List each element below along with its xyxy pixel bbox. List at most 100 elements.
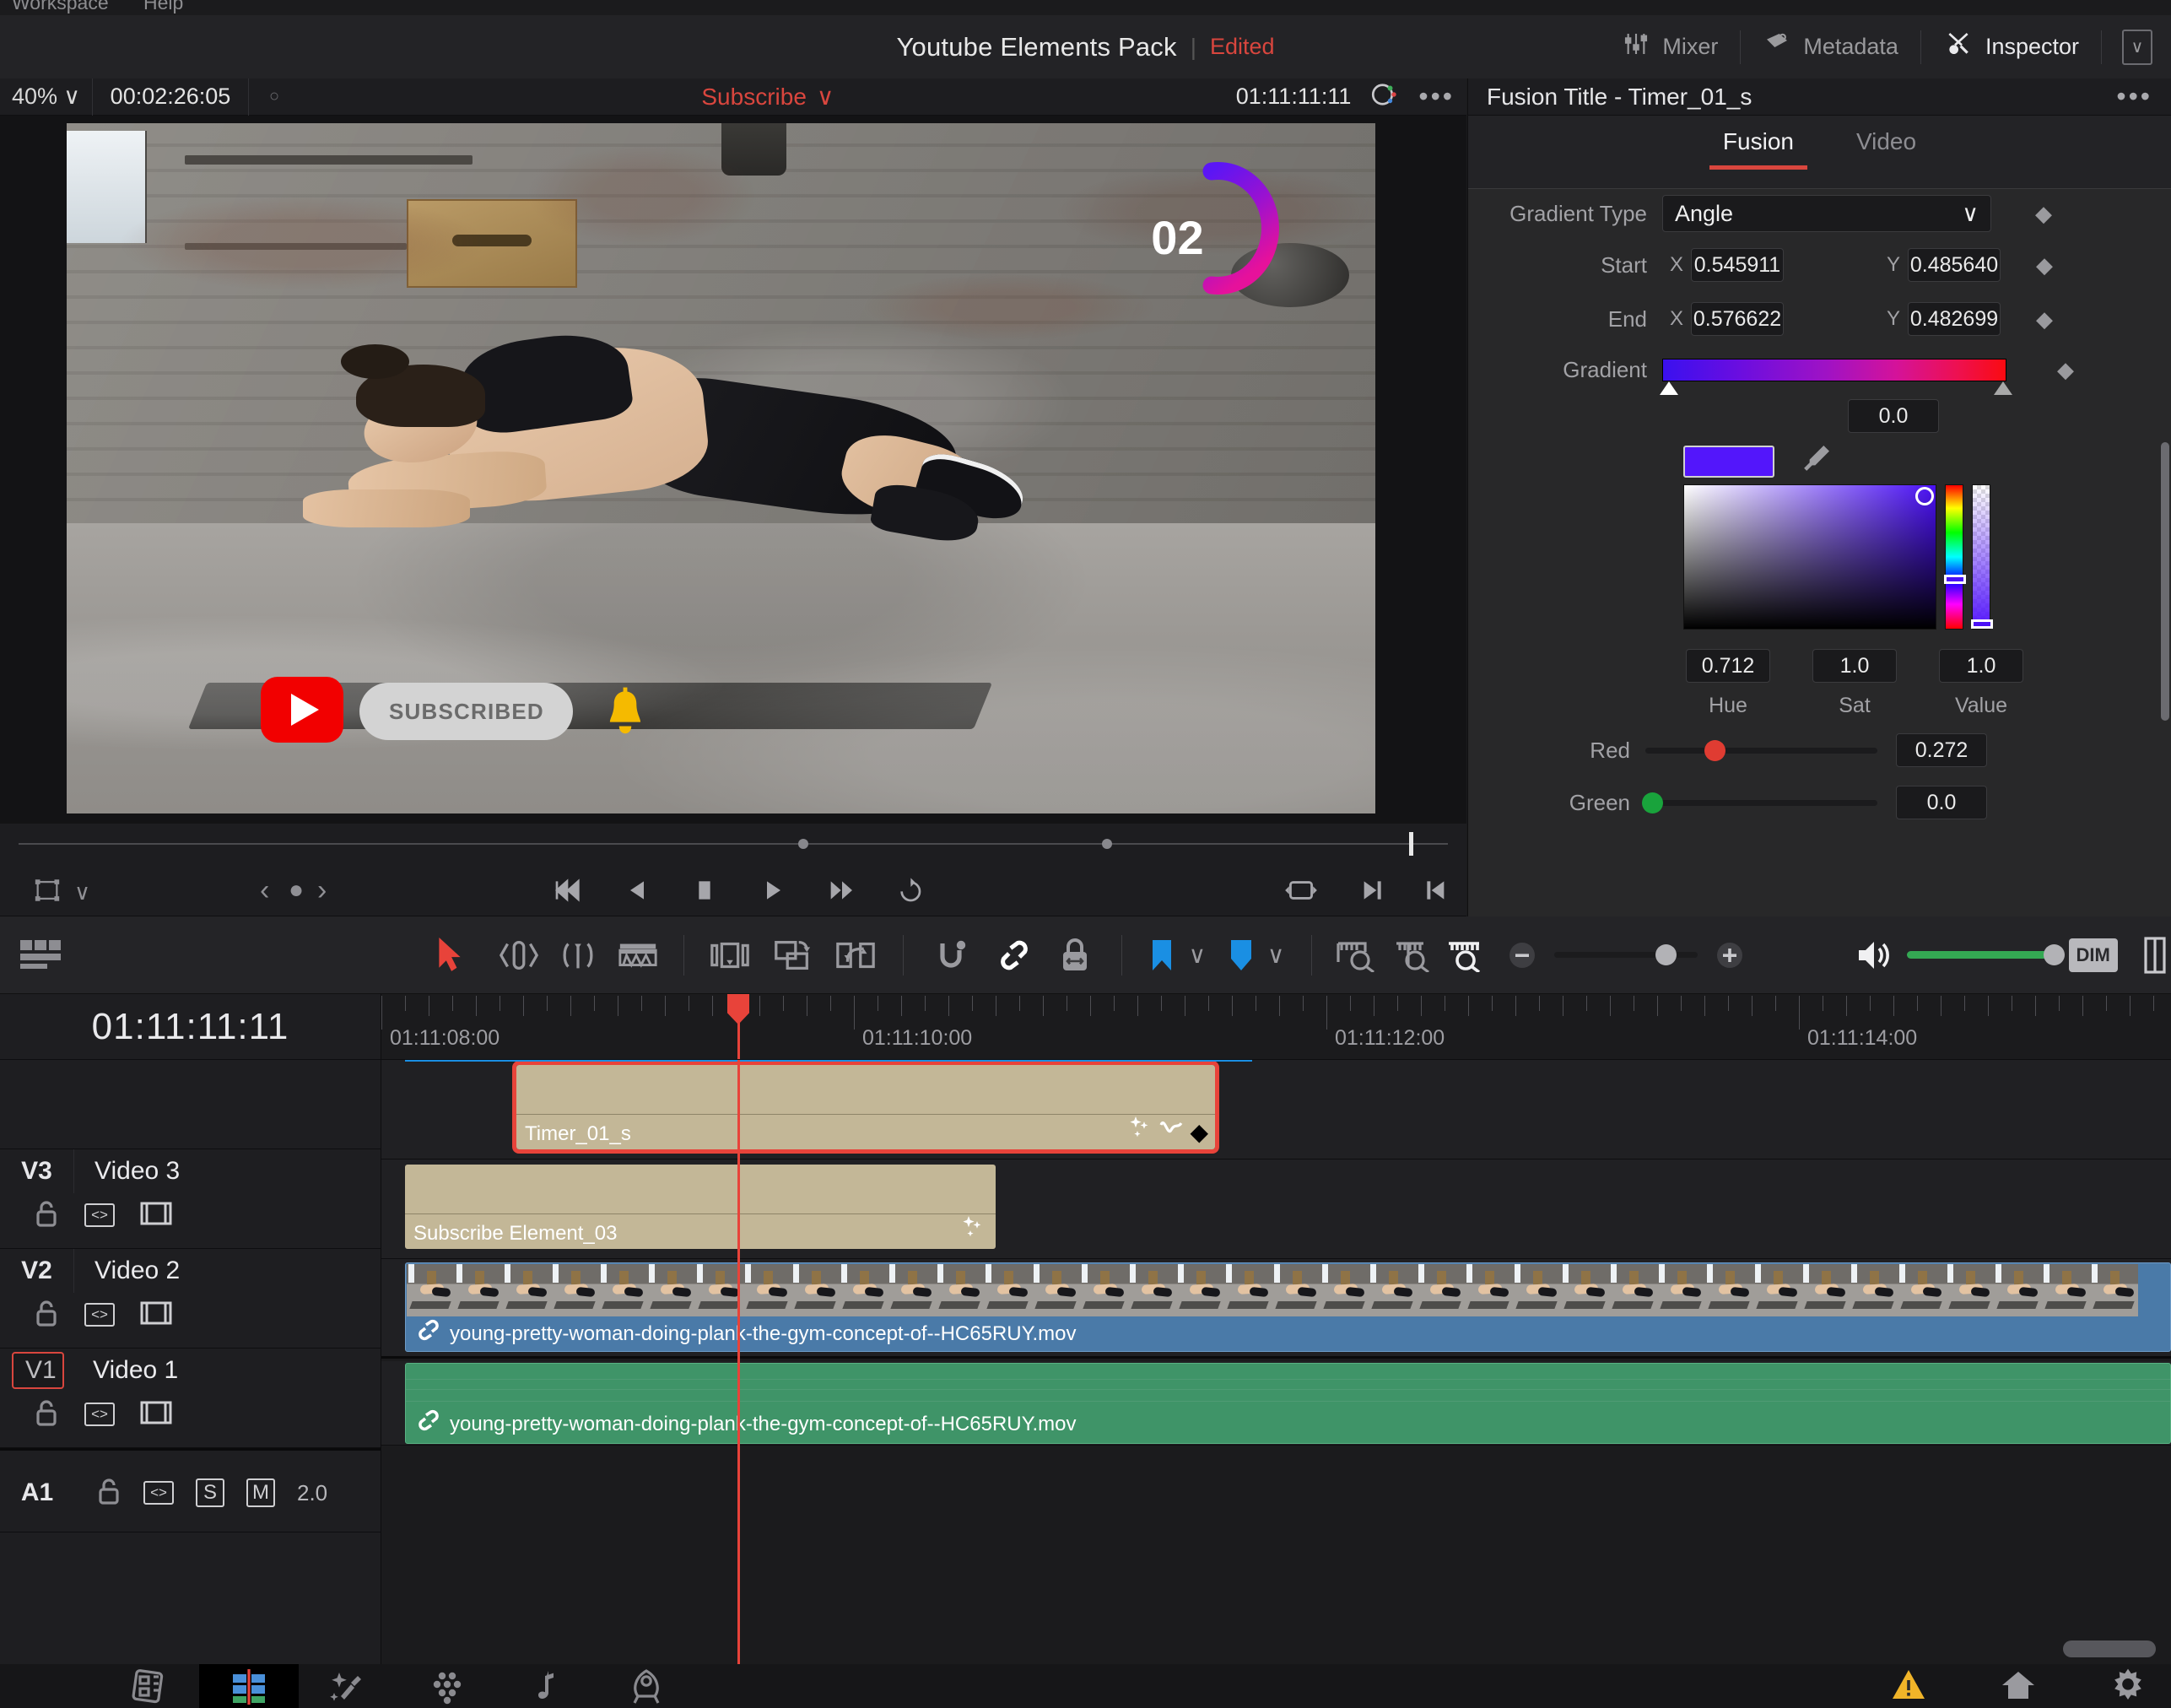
track-id-a1[interactable]: A1 xyxy=(0,1478,74,1507)
detail-zoom-icon[interactable] xyxy=(1388,938,1430,972)
viewer-timecode-left[interactable]: 00:02:26:05 xyxy=(93,78,249,116)
viewer-scrubber[interactable] xyxy=(0,824,1466,864)
gradient-stop-end[interactable] xyxy=(1994,381,2012,395)
volume-slider[interactable] xyxy=(1907,944,2066,965)
page-fusion[interactable] xyxy=(299,1664,398,1708)
marker-dropdown-caret-icon[interactable]: ∨ xyxy=(1262,941,1289,969)
marker-icon[interactable] xyxy=(1226,938,1256,972)
fit-timeline-icon[interactable] xyxy=(1334,938,1376,972)
jump-to-start-button[interactable] xyxy=(550,877,584,908)
viewer-zoom-selector[interactable]: 40% ∨ xyxy=(0,78,93,116)
menu-item-workspace[interactable]: Workspace xyxy=(12,0,109,14)
timeline-horizontal-scrollbar[interactable] xyxy=(2063,1640,2156,1657)
keyframe-diamond-icon[interactable]: ◆ xyxy=(2049,357,2082,383)
hue-input[interactable]: 0.712 xyxy=(1686,649,1770,683)
play-forward-button[interactable] xyxy=(759,877,788,908)
scrubber-marker[interactable] xyxy=(1102,839,1112,849)
timeline-layout-icon[interactable] xyxy=(19,938,62,972)
keyframe-diamond-icon[interactable]: ◆ xyxy=(2028,306,2061,332)
stop-button[interactable] xyxy=(690,877,719,908)
flag-lock-icon[interactable] xyxy=(1055,937,1096,974)
clip-video-plank[interactable]: young-pretty-woman-doing-plank-the-gym-c… xyxy=(405,1262,2171,1352)
mark-in-button[interactable] xyxy=(1423,877,1450,908)
alpha-thumb[interactable] xyxy=(1971,619,1993,629)
green-slider-knob[interactable] xyxy=(1642,792,1663,813)
next-marker-button[interactable]: › xyxy=(317,874,327,907)
tab-fusion[interactable]: Fusion xyxy=(1709,128,1808,170)
page-edit[interactable] xyxy=(199,1664,299,1708)
timeline-ruler[interactable]: 01:11:08:00 01:11:10:00 01:11:12:00 01:1… xyxy=(381,994,2171,1060)
green-slider[interactable] xyxy=(1642,792,1877,813)
red-input[interactable]: 0.272 xyxy=(1896,733,1987,767)
video-enable-icon[interactable] xyxy=(140,1202,172,1230)
color-swatch[interactable] xyxy=(1683,446,1774,478)
insert-clip-icon[interactable] xyxy=(708,938,752,973)
marker-dot-icon[interactable]: ● xyxy=(289,876,304,905)
inspector-scrollbar[interactable] xyxy=(2161,442,2169,721)
red-slider[interactable] xyxy=(1645,739,1877,761)
zoom-slider-knob[interactable] xyxy=(1655,944,1677,965)
viewer-marker-dot-icon[interactable]: ○ xyxy=(249,87,300,106)
auto-select-icon[interactable]: <> xyxy=(84,1203,115,1227)
scrubber-marker[interactable] xyxy=(798,839,808,849)
eyedropper-icon[interactable] xyxy=(1800,441,1833,483)
selection-arrow-icon[interactable] xyxy=(429,937,470,973)
video-enable-icon[interactable] xyxy=(140,1401,172,1429)
zoom-in-button[interactable] xyxy=(1715,942,1745,969)
gradient-preview-bar[interactable] xyxy=(1662,358,2006,381)
track-lane-v2[interactable]: Subscribe Element_03 xyxy=(381,1159,2171,1259)
viewer-clip-name[interactable]: Subscribe ∨ xyxy=(300,83,1236,111)
chevron-down-icon[interactable]: ∨ xyxy=(74,879,90,905)
zoom-out-button[interactable] xyxy=(1507,942,1537,969)
match-frame-button[interactable] xyxy=(1283,878,1320,907)
alpha-slider[interactable] xyxy=(1971,484,1993,630)
playhead-timeline[interactable] xyxy=(737,1060,740,1664)
gradient-editor[interactable] xyxy=(1660,358,2012,395)
video-preview[interactable]: 02 SUBSCRIBED xyxy=(67,123,1375,813)
inspector-more-button[interactable]: ••• xyxy=(2116,81,2152,112)
keyframe-diamond-icon[interactable]: ◆ xyxy=(2027,201,2060,227)
flag-dropdown-caret-icon[interactable]: ∨ xyxy=(1184,941,1211,969)
track-name-v1[interactable]: Video 1 xyxy=(64,1356,178,1385)
jump-to-end-button[interactable] xyxy=(825,877,859,908)
track-id-v3[interactable]: V3 xyxy=(0,1149,74,1193)
video-enable-icon[interactable] xyxy=(140,1301,172,1329)
hue-slider[interactable] xyxy=(1944,484,1966,630)
clip-subscribe-element-03[interactable]: Subscribe Element_03 xyxy=(405,1165,996,1249)
auto-select-icon[interactable]: <> xyxy=(84,1303,115,1327)
link-clips-icon[interactable] xyxy=(993,938,1034,973)
start-x-input[interactable]: 0.545911 xyxy=(1691,248,1784,282)
start-y-input[interactable]: 0.485640 xyxy=(1908,248,2001,282)
viewer-color-tag-icon[interactable] xyxy=(1368,79,1400,114)
loop-button[interactable] xyxy=(894,877,925,908)
trim-edit-icon[interactable] xyxy=(497,938,541,973)
gradient-position-input[interactable]: 0.0 xyxy=(1848,399,1939,433)
track-lane-v3[interactable]: Timer_01_s ◆ xyxy=(381,1060,2171,1159)
playhead-flag[interactable] xyxy=(727,994,749,1024)
inspector-button[interactable]: Inspector xyxy=(1921,27,2101,68)
tab-video[interactable]: Video xyxy=(1851,128,1921,155)
gradient-type-select[interactable]: Angle ∨ xyxy=(1662,195,1991,232)
home-icon[interactable] xyxy=(2001,1668,2036,1705)
green-input[interactable]: 0.0 xyxy=(1896,786,1987,819)
keyframe-diamond-icon[interactable]: ◆ xyxy=(2028,252,2061,278)
page-deliver[interactable] xyxy=(597,1664,697,1708)
lock-icon[interactable] xyxy=(96,1477,122,1510)
hue-thumb[interactable] xyxy=(1944,575,1966,584)
timeline-tracks-area[interactable]: Timer_01_s ◆ Subscribe Element_03 young-… xyxy=(381,1060,2171,1664)
lock-icon[interactable] xyxy=(34,1299,59,1332)
track-name-v2[interactable]: Video 2 xyxy=(74,1257,180,1285)
overwrite-clip-icon[interactable] xyxy=(770,938,814,973)
dim-button[interactable]: DIM xyxy=(2068,938,2118,972)
sat-input[interactable]: 1.0 xyxy=(1812,649,1897,683)
page-fairlight[interactable] xyxy=(498,1664,597,1708)
value-input[interactable]: 1.0 xyxy=(1939,649,2023,683)
track-lane-a1[interactable]: young-pretty-woman-doing-plank-the-gym-c… xyxy=(381,1361,2171,1446)
razor-edit-icon[interactable] xyxy=(616,938,660,972)
viewer-timecode-right[interactable]: 01:11:11:11 xyxy=(1236,84,1352,110)
lock-icon[interactable] xyxy=(34,1398,59,1431)
auto-select-icon[interactable]: <> xyxy=(143,1481,174,1505)
volume-slider-knob[interactable] xyxy=(2044,944,2066,965)
play-reverse-button[interactable] xyxy=(623,877,651,908)
gradient-stop-start[interactable] xyxy=(1660,381,1678,395)
